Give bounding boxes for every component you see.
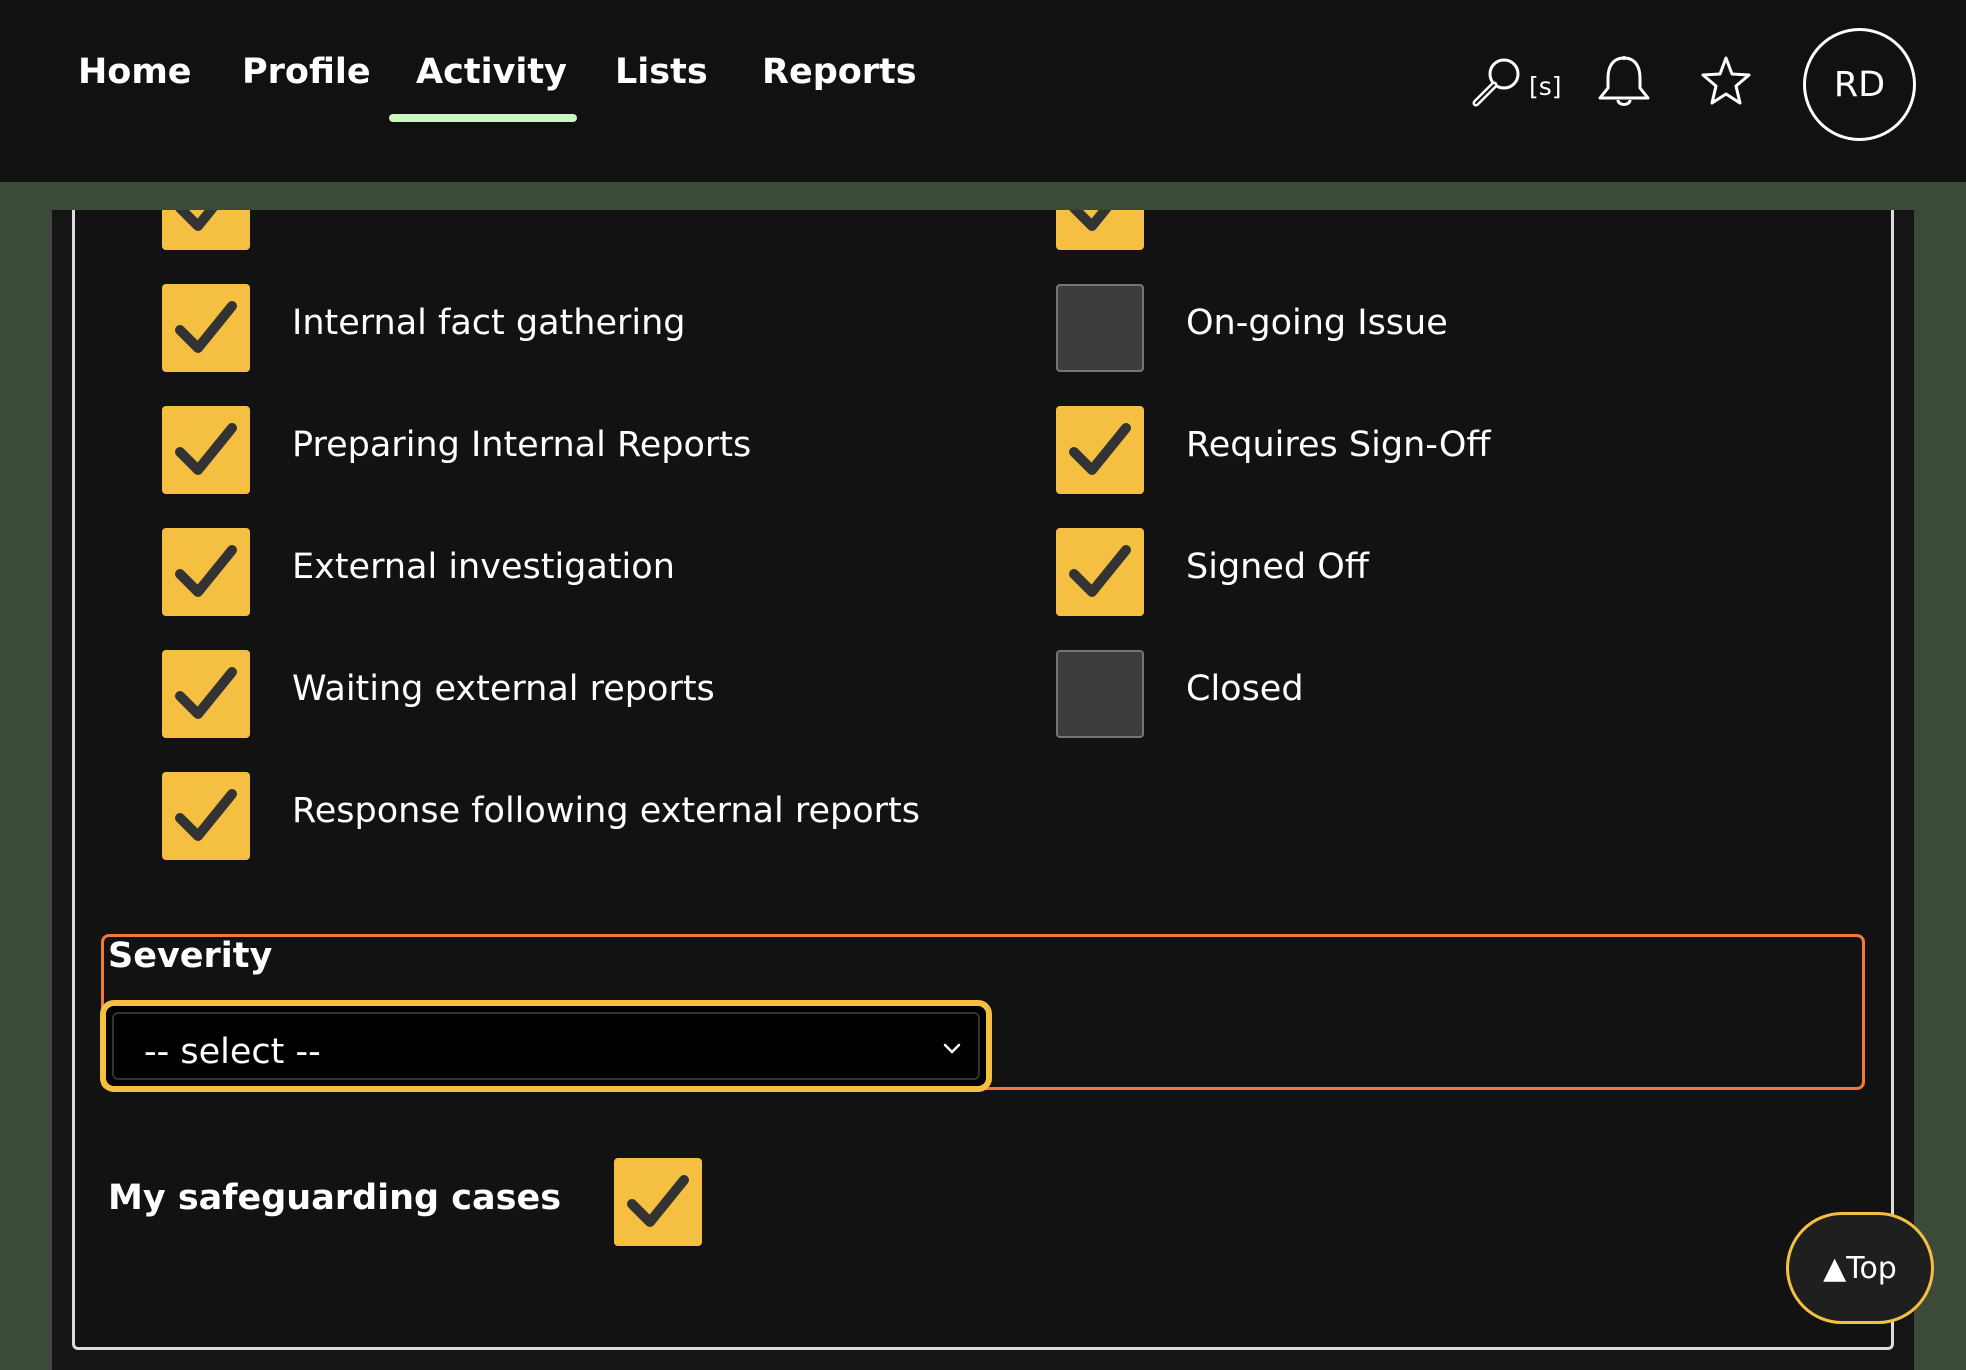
status-checkbox-preparing-reports[interactable] [162,406,250,494]
search-shortcut-hint-overlay: [s] [1529,72,1562,101]
status-label-waiting-external: Waiting external reports [292,669,715,709]
back-to-top-button[interactable]: ▲Top [1786,1212,1934,1324]
severity-select-field: -- select -- [112,1012,980,1080]
search-icon[interactable] [1470,54,1526,110]
bell-icon[interactable] [1594,54,1654,110]
status-label-external-investigation: External investigation [292,547,675,587]
status-checkbox-waiting-external[interactable] [162,650,250,738]
severity-label: Severity [108,936,273,976]
status-label-closed: Closed [1186,669,1304,709]
status-checkbox-response-following[interactable] [162,772,250,860]
status-label-internal-fact: Internal fact gathering [292,303,686,343]
nav-overlay: Home Profile Activity Lists Reports [s] … [0,0,1966,182]
severity-selected-value: -- select -- [144,1032,321,1072]
my-cases-label: My safeguarding cases [108,1178,562,1218]
nav-activity-overlay[interactable]: Activity [416,52,567,92]
status-label-response-following: Response following external reports [292,791,920,831]
status-checkbox-signed-off[interactable] [1056,528,1144,616]
user-avatar-overlay[interactable]: RD [1803,28,1916,141]
status-checkbox-external-investigation[interactable] [162,528,250,616]
status-label-requires-signoff: Requires Sign-Off [1186,425,1491,465]
status-checkbox-requires-signoff[interactable] [1056,406,1144,494]
status-checkbox-closed[interactable] [1056,650,1144,738]
topbar-gap [0,182,1966,210]
chevron-down-icon [943,1043,961,1054]
status-checkbox-internal-fact[interactable] [162,284,250,372]
status-label-signed-off: Signed Off [1186,547,1369,587]
status-label-preparing-reports: Preparing Internal Reports [292,425,752,465]
nav-home-overlay[interactable]: Home [78,52,192,92]
nav-lists-overlay[interactable]: Lists [615,52,708,92]
star-icon[interactable] [1698,54,1754,110]
active-nav-indicator-overlay [389,114,577,122]
severity-select[interactable]: -- select -- [100,1000,992,1092]
status-checkbox-ongoing[interactable] [1056,284,1144,372]
my-cases-checkbox[interactable] [614,1158,702,1246]
nav-reports-overlay[interactable]: Reports [762,52,917,92]
status-label-ongoing: On-going Issue [1186,303,1448,343]
nav-profile-overlay[interactable]: Profile [242,52,371,92]
